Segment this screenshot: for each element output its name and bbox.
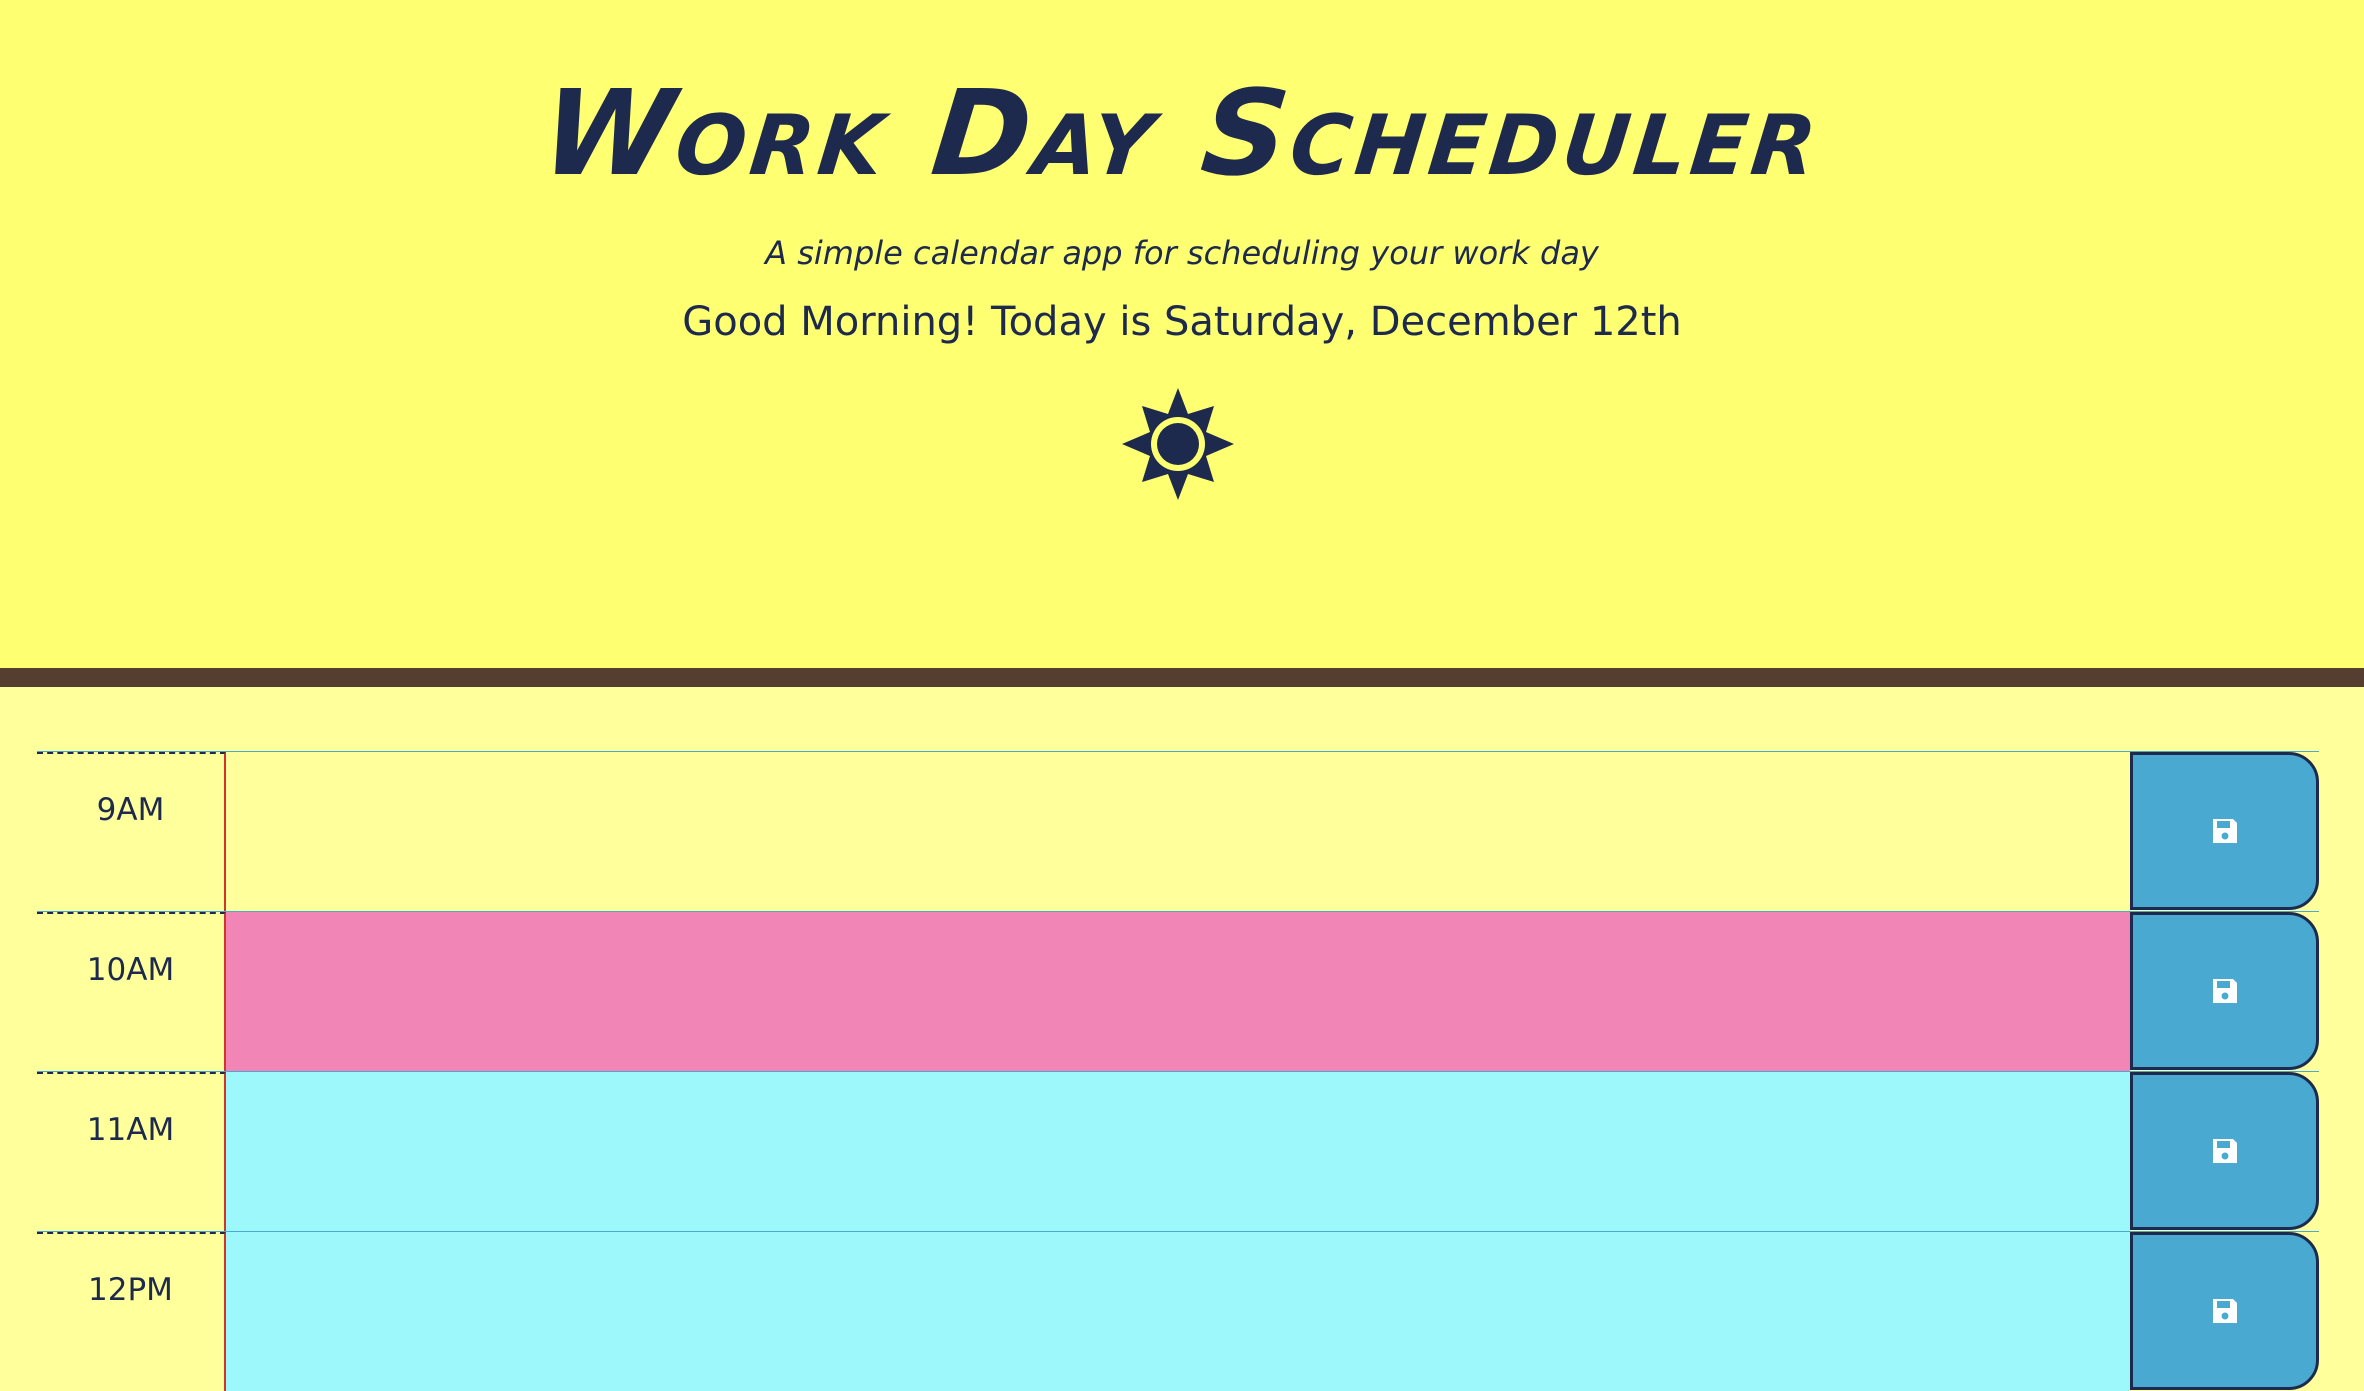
time-block: 9AM [37,751,2319,911]
hour-label: 11AM [37,1072,226,1231]
header: Work Day Scheduler A simple calendar app… [0,0,2364,687]
event-description-input[interactable] [226,1232,2130,1391]
schedule: 9AM 10AM 11AM 12PM [37,751,2319,1391]
hour-label: 10AM [37,912,226,1071]
floppy-disk-icon [2212,979,2237,1003]
save-button[interactable] [2130,1232,2319,1390]
time-block: 12PM [37,1231,2319,1391]
hour-label: 9AM [37,752,226,911]
save-button[interactable] [2130,752,2319,910]
time-block: 10AM [37,911,2319,1071]
floppy-disk-icon [2212,1139,2237,1163]
event-description-input[interactable] [226,752,2130,911]
save-button[interactable] [2130,912,2319,1070]
floppy-disk-icon [2212,819,2237,843]
time-block: 11AM [37,1071,2319,1231]
event-description-input[interactable] [226,912,2130,1071]
app-title: Work Day Scheduler [535,64,1829,202]
sun-icon [1122,388,1234,500]
app-subtitle: A simple calendar app for scheduling you… [765,234,1599,272]
floppy-disk-icon [2212,1299,2237,1323]
event-description-input[interactable] [226,1072,2130,1231]
hour-label: 12PM [37,1232,226,1391]
save-button[interactable] [2130,1072,2319,1230]
current-day-greeting: Good Morning! Today is Saturday, Decembe… [682,299,1682,345]
